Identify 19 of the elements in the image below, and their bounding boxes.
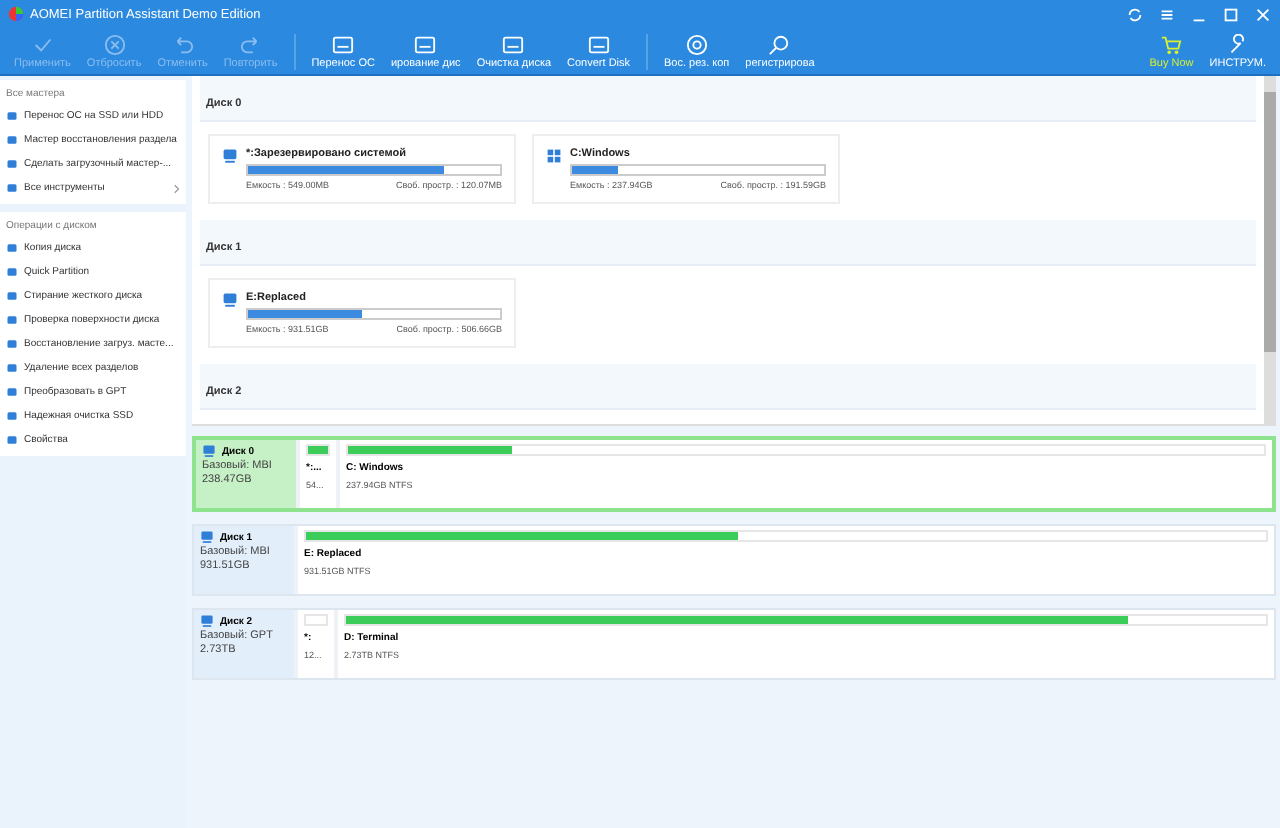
undo-icon — [171, 33, 194, 55]
windows-icon — [546, 148, 562, 164]
scrollbar[interactable] — [1264, 76, 1276, 424]
search-icon — [768, 33, 791, 55]
redo-icon — [239, 33, 262, 55]
menu-icon[interactable] — [1158, 5, 1176, 23]
usage-bar — [304, 614, 328, 626]
wrench-icon — [1226, 33, 1249, 55]
usage-bar — [306, 444, 330, 456]
drive-icon — [222, 148, 238, 164]
close-icon[interactable] — [1254, 5, 1272, 23]
disk-icon — [685, 33, 708, 55]
cancel-icon — [103, 33, 126, 55]
refresh-icon[interactable] — [1126, 5, 1144, 23]
cart-icon — [1160, 33, 1183, 55]
drive-icon — [222, 292, 238, 308]
app-logo-icon — [8, 6, 24, 22]
maximize-icon[interactable] — [1222, 5, 1240, 23]
check-icon — [31, 33, 54, 55]
